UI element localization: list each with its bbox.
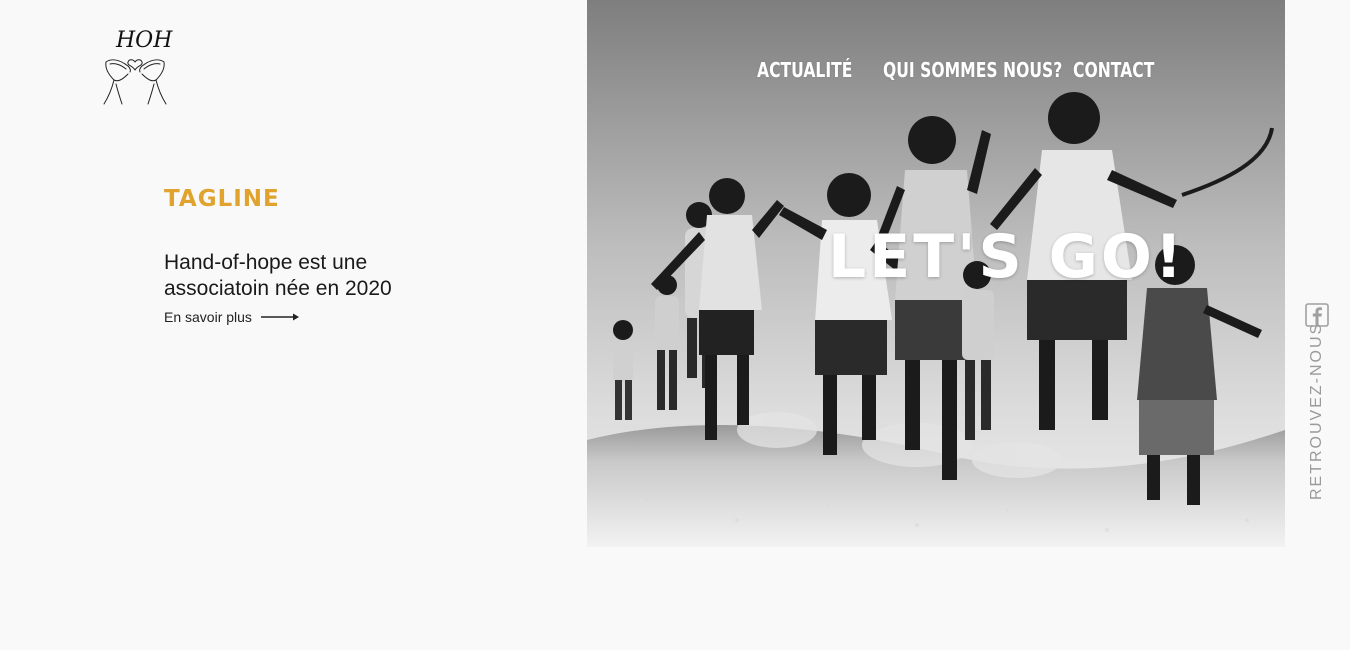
arrow-right-icon [260,313,299,321]
nav-item-actualite[interactable]: ACTUALITÉ [757,58,855,82]
page: HOH TAGLINE Hand-of-hope est une associa… [0,0,1350,650]
social-rail: RETROUVEZ-NOUS [1300,300,1334,505]
nav-item-contact[interactable]: CONTACT [1073,58,1154,82]
learn-more-label: En savoir plus [164,309,252,325]
intro-description: Hand-of-hope est une associatoin née en … [164,251,392,300]
logo-text: HOH [116,28,173,53]
learn-more-link[interactable]: En savoir plus [164,309,300,325]
hero-headline: LET'S GO! [828,222,1186,292]
nav-item-qui-sommes-nous[interactable]: QUI SOMMES NOUS? [883,58,1062,82]
tagline-heading: TAGLINE [164,186,280,212]
hands-heart-icon [103,59,167,105]
social-label: RETROUVEZ-NOUS [1308,321,1325,500]
main-nav: ACTUALITÉ QUI SOMMES NOUS? CONTACT [757,58,1173,82]
site-logo[interactable]: HOH [100,28,173,106]
